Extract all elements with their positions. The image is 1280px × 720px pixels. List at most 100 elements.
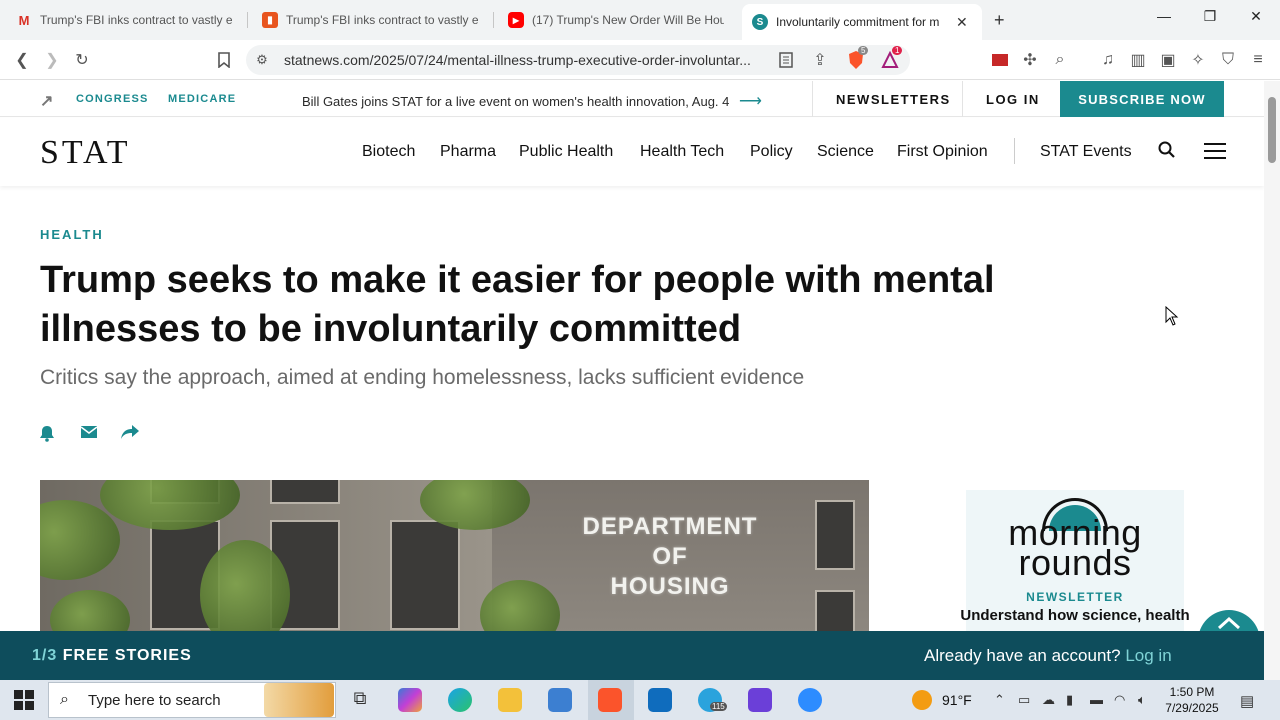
sign-line-1: DEPARTMENT xyxy=(582,513,758,540)
back-icon[interactable]: ❮ xyxy=(12,50,32,70)
windows-start-button[interactable] xyxy=(14,690,34,710)
event-promo-text: Bill Gates joins STAT for a live event o… xyxy=(302,94,730,109)
minimize-button[interactable]: — xyxy=(1152,8,1176,24)
search-icon[interactable] xyxy=(1158,141,1176,164)
nav-policy[interactable]: Policy xyxy=(750,143,793,161)
section-label[interactable]: HEALTH xyxy=(40,227,104,242)
tray-meet-icon[interactable]: ▭ xyxy=(1018,692,1030,708)
taskbar-search-placeholder[interactable]: Type here to search xyxy=(88,692,221,709)
weather-icon xyxy=(912,690,932,710)
article-dek: Critics say the approach, aimed at endin… xyxy=(40,366,805,389)
forward-icon[interactable]: ❯ xyxy=(42,50,62,70)
restore-button[interactable]: ❐ xyxy=(1198,8,1222,25)
nav-pharma[interactable]: Pharma xyxy=(440,143,496,161)
nav-first-opinion[interactable]: First Opinion xyxy=(897,143,988,161)
login-link[interactable]: LOG IN xyxy=(986,92,1040,107)
brave-rewards-icon[interactable]: 1 xyxy=(880,46,903,70)
page-scrollbar[interactable] xyxy=(1264,81,1280,680)
account-question: Already have an account? xyxy=(924,646,1121,665)
onedrive-icon[interactable]: ☁ xyxy=(1042,692,1055,708)
sign-line-3: HOUSING xyxy=(610,573,730,600)
leo-ai-icon[interactable]: ✧ xyxy=(1188,50,1208,70)
media-icon[interactable]: ♫ xyxy=(1098,50,1118,70)
nav-biotech[interactable]: Biotech xyxy=(362,143,415,161)
brave-shields-icon[interactable]: 5 xyxy=(846,46,869,70)
email-icon[interactable] xyxy=(80,424,98,442)
tab-youtube[interactable]: ▶ (17) Trump's New Order Will Be Hous xyxy=(498,4,734,36)
edge-icon[interactable] xyxy=(448,688,472,712)
close-window-button[interactable]: ✕ xyxy=(1244,8,1268,25)
bookmark-app-icon: ▮ xyxy=(262,12,278,28)
search-highlight-image xyxy=(264,683,334,717)
tab-title: Involuntarily commitment for m xyxy=(776,15,940,29)
vpn-icon[interactable]: ⛉ xyxy=(1218,50,1238,70)
arrow-right-icon: ⟶ xyxy=(739,93,762,110)
tray-chevron-icon[interactable]: ⌃ xyxy=(994,692,1005,708)
bookmark-icon[interactable] xyxy=(214,50,234,70)
microsoft-store-icon[interactable] xyxy=(548,688,572,712)
tab-gmail[interactable]: M Trump's FBI inks contract to vastly ex xyxy=(6,4,242,36)
hero-sign-text: DEPARTMENT OF HOUSING xyxy=(560,512,780,602)
browser-tab-bar: M Trump's FBI inks contract to vastly ex… xyxy=(0,0,1280,40)
nav-health-tech[interactable]: Health Tech xyxy=(640,143,724,161)
battery-icon[interactable]: ▬ xyxy=(1090,692,1103,707)
sidebar-icon[interactable]: ▥ xyxy=(1128,50,1148,70)
nav-public-health[interactable]: Public Health xyxy=(519,143,613,161)
menu-icon[interactable]: ≡ xyxy=(1248,50,1268,70)
chevron-up-icon xyxy=(1217,616,1241,630)
newsletter-description: Understand how science, health xyxy=(960,607,1190,624)
subscribe-button[interactable]: SUBSCRIBE NOW xyxy=(1060,81,1224,117)
clock-time: 1:50 PM xyxy=(1169,685,1215,699)
nav-stat-events[interactable]: STAT Events xyxy=(1040,143,1132,161)
site-info-icon[interactable]: ⚙ xyxy=(252,50,272,70)
weather-temperature[interactable]: 91°F xyxy=(942,692,972,708)
reload-icon[interactable]: ↻ xyxy=(72,50,92,70)
outlook-icon[interactable] xyxy=(648,688,672,712)
trending-tag-medicare[interactable]: MEDICARE xyxy=(168,93,236,105)
extensions-puzzle-icon[interactable]: ✣ xyxy=(1020,50,1040,70)
wifi-icon[interactable]: ◠ xyxy=(1114,692,1125,708)
stat-logo[interactable]: STAT xyxy=(40,134,131,172)
tab-stat-active[interactable]: S Involuntarily commitment for m ✕ xyxy=(742,4,982,40)
notifications-icon[interactable]: ▤ xyxy=(1240,692,1254,710)
copilot-icon[interactable] xyxy=(398,688,422,712)
stories-count: 1/3 xyxy=(32,647,58,664)
youtube-icon: ▶ xyxy=(508,12,524,28)
telegram-icon[interactable]: 115 xyxy=(698,688,727,712)
mouse-cursor-icon xyxy=(1165,306,1179,326)
microphone-icon[interactable]: ▮ xyxy=(1066,692,1073,708)
bell-icon[interactable] xyxy=(38,424,56,442)
share-page-icon[interactable]: ⇪ xyxy=(810,50,830,70)
extension-red-icon[interactable] xyxy=(990,50,1010,70)
proton-mail-icon[interactable] xyxy=(748,688,772,712)
wallet-icon[interactable]: ▣ xyxy=(1158,50,1178,70)
logo-line-2: rounds xyxy=(1018,542,1132,583)
stat-favicon: S xyxy=(752,14,768,30)
tab-article-1[interactable]: ▮ Trump's FBI inks contract to vastly ex xyxy=(252,4,488,36)
telegram-badge: 115 xyxy=(710,702,727,711)
new-tab-button[interactable]: + xyxy=(994,10,1005,31)
task-view-icon[interactable]: ⧉ xyxy=(348,688,372,712)
share-icon[interactable] xyxy=(120,424,139,442)
volume-icon[interactable]: 🔈︎ xyxy=(1138,692,1146,708)
brave-browser-icon[interactable] xyxy=(598,688,622,712)
article-headline: Trump seeks to make it easier for people… xyxy=(40,259,995,350)
scrollbar-thumb[interactable] xyxy=(1268,97,1276,163)
system-clock[interactable]: 1:50 PM 7/29/2025 xyxy=(1160,684,1224,716)
trending-tag-congress[interactable]: CONGRESS xyxy=(76,93,149,105)
close-tab-icon[interactable]: ✕ xyxy=(956,14,968,31)
screenshot-icon[interactable]: ⌕ xyxy=(1050,50,1070,70)
newsletters-link[interactable]: NEWSLETTERS xyxy=(836,92,951,107)
newsletter-tag: NEWSLETTER xyxy=(1026,590,1124,604)
clock-date: 7/29/2025 xyxy=(1165,701,1219,715)
tab-title: Trump's FBI inks contract to vastly ex xyxy=(40,13,232,27)
url-text[interactable]: statnews.com/2025/07/24/mental-illness-t… xyxy=(284,52,764,68)
hamburger-menu-icon[interactable] xyxy=(1204,142,1226,165)
footer-login-link[interactable]: Log in xyxy=(1125,646,1171,665)
event-promo-link[interactable]: Bill Gates joins STAT for a live event o… xyxy=(302,91,762,111)
reader-mode-icon[interactable] xyxy=(776,50,796,70)
zoom-icon[interactable] xyxy=(798,688,822,712)
nav-science[interactable]: Science xyxy=(817,143,874,161)
file-explorer-icon[interactable] xyxy=(498,688,522,712)
tab-title: (17) Trump's New Order Will Be Hous xyxy=(532,13,724,27)
